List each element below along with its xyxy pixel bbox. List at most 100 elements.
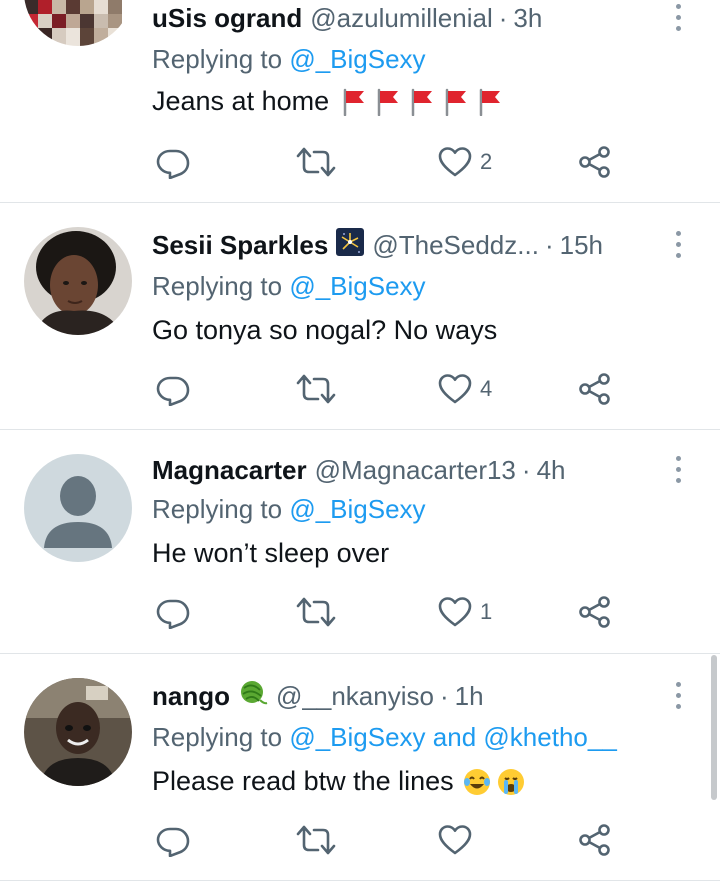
replying-to: Replying to @_BigSexy and @khetho__ bbox=[152, 722, 617, 753]
avatar[interactable] bbox=[24, 678, 132, 786]
like-button[interactable] bbox=[438, 822, 480, 858]
retweet-button[interactable] bbox=[296, 594, 336, 630]
separator: · bbox=[439, 680, 449, 711]
user-handle[interactable]: @__nkanyiso bbox=[276, 681, 434, 712]
reply-icon bbox=[156, 595, 190, 629]
avatar[interactable] bbox=[24, 454, 132, 562]
retweet-button[interactable] bbox=[296, 144, 336, 180]
tweet[interactable]: uSis ogrand @azulumillenial · 3h Replyin… bbox=[0, 0, 720, 203]
red-flag-emoji bbox=[341, 88, 369, 116]
timestamp[interactable]: 3h bbox=[513, 3, 542, 34]
retweet-icon bbox=[296, 145, 336, 179]
share-icon bbox=[578, 145, 612, 179]
tweet-text-content: Jeans at home bbox=[152, 86, 330, 116]
share-button[interactable] bbox=[578, 822, 612, 858]
heart-icon bbox=[438, 373, 472, 405]
tweet-header: uSis ogrand @azulumillenial · 3h bbox=[152, 0, 542, 36]
replying-to: Replying to @_BigSexy bbox=[152, 494, 426, 525]
share-button[interactable] bbox=[578, 371, 612, 407]
separator: · bbox=[521, 454, 531, 485]
replying-to: Replying to @_BigSexy bbox=[152, 44, 426, 75]
timestamp[interactable]: 15h bbox=[560, 230, 603, 261]
reply-icon bbox=[156, 823, 190, 857]
more-vertical-icon[interactable] bbox=[672, 456, 686, 486]
user-handle[interactable]: @azulumillenial bbox=[310, 3, 492, 34]
more-vertical-icon[interactable] bbox=[672, 231, 686, 261]
tweet-text-content: He won’t sleep over bbox=[152, 538, 390, 568]
like-count: 1 bbox=[480, 599, 493, 624]
mention-link[interactable]: @_BigSexy bbox=[289, 271, 425, 301]
user-handle[interactable]: @Magnacarter13 bbox=[315, 455, 516, 486]
tweet-text: Jeans at home bbox=[152, 86, 505, 117]
yarn-ball-emoji bbox=[238, 678, 268, 715]
fireworks-emoji bbox=[336, 227, 365, 263]
red-flag-emoji bbox=[477, 88, 505, 116]
retweet-icon bbox=[296, 823, 336, 857]
reply-button[interactable] bbox=[156, 144, 190, 180]
reply-icon bbox=[156, 145, 190, 179]
tweet-header: nango @__nkanyiso · 1h bbox=[152, 678, 484, 714]
action-bar bbox=[0, 822, 720, 858]
crying-emoji bbox=[497, 768, 524, 795]
tweet[interactable]: nango @__nkanyiso · 1h Replying to @_Big… bbox=[0, 654, 720, 881]
action-bar: 2 bbox=[0, 144, 720, 180]
tweet-text-content: Go tonya so nogal? No ways bbox=[152, 315, 498, 345]
tweet-text: Go tonya so nogal? No ways bbox=[152, 315, 497, 346]
share-icon bbox=[578, 595, 612, 629]
scrollbar[interactable] bbox=[711, 655, 717, 800]
tears-of-joy-emoji bbox=[463, 768, 490, 795]
timestamp[interactable]: 1h bbox=[455, 681, 484, 712]
like-button[interactable]: 4 bbox=[438, 371, 492, 407]
share-icon bbox=[578, 823, 612, 857]
replying-prefix: Replying to bbox=[152, 722, 283, 752]
display-name[interactable]: Magnacarter bbox=[152, 455, 307, 486]
retweet-button[interactable] bbox=[296, 371, 336, 407]
more-vertical-icon[interactable] bbox=[672, 4, 686, 34]
action-bar: 4 bbox=[0, 371, 720, 407]
reply-button[interactable] bbox=[156, 371, 190, 407]
share-button[interactable] bbox=[578, 594, 612, 630]
like-count: 2 bbox=[480, 149, 493, 174]
retweet-button[interactable] bbox=[296, 822, 336, 858]
retweet-icon bbox=[296, 595, 336, 629]
red-flag-emoji bbox=[443, 88, 471, 116]
like-button[interactable]: 1 bbox=[438, 594, 492, 630]
conjunction: and bbox=[432, 722, 477, 752]
heart-icon bbox=[438, 596, 472, 628]
heart-icon bbox=[438, 146, 472, 178]
replying-prefix: Replying to bbox=[152, 494, 283, 524]
user-handle[interactable]: @TheSeddz... bbox=[372, 230, 539, 261]
like-button[interactable]: 2 bbox=[438, 144, 492, 180]
avatar[interactable] bbox=[24, 227, 132, 335]
reply-icon bbox=[156, 372, 190, 406]
mention-link[interactable]: @_BigSexy bbox=[289, 722, 425, 752]
more-vertical-icon[interactable] bbox=[672, 682, 686, 712]
timestamp[interactable]: 4h bbox=[537, 455, 566, 486]
red-flag-emoji bbox=[409, 88, 437, 116]
mention-link[interactable]: @_BigSexy bbox=[289, 44, 425, 74]
tweet[interactable]: Magnacarter @Magnacarter13 · 4h Replying… bbox=[0, 430, 720, 654]
mention-link[interactable]: @khetho__ bbox=[483, 722, 616, 752]
replying-to: Replying to @_BigSexy bbox=[152, 271, 426, 302]
display-name[interactable]: uSis ogrand bbox=[152, 3, 302, 34]
share-button[interactable] bbox=[578, 144, 612, 180]
mention-link[interactable]: @_BigSexy bbox=[289, 494, 425, 524]
tweet[interactable]: Sesii Sparkles @TheSeddz... · 15h Replyi… bbox=[0, 203, 720, 430]
like-count: 4 bbox=[480, 376, 493, 401]
replying-prefix: Replying to bbox=[152, 271, 283, 301]
share-icon bbox=[578, 372, 612, 406]
display-name[interactable]: Sesii Sparkles bbox=[152, 230, 328, 261]
replying-prefix: Replying to bbox=[152, 44, 283, 74]
heart-icon bbox=[438, 824, 472, 856]
red-flag-emoji bbox=[375, 88, 403, 116]
avatar[interactable] bbox=[24, 0, 132, 46]
tweet-header: Sesii Sparkles @TheSeddz... · 15h bbox=[152, 227, 603, 263]
reply-button[interactable] bbox=[156, 822, 190, 858]
separator: · bbox=[498, 2, 508, 33]
tweet-text: He won’t sleep over bbox=[152, 538, 389, 569]
tweet-header: Magnacarter @Magnacarter13 · 4h bbox=[152, 452, 566, 488]
tweet-text: Please read btw the lines bbox=[152, 766, 526, 797]
display-name[interactable]: nango bbox=[152, 681, 230, 712]
reply-button[interactable] bbox=[156, 594, 190, 630]
retweet-icon bbox=[296, 372, 336, 406]
